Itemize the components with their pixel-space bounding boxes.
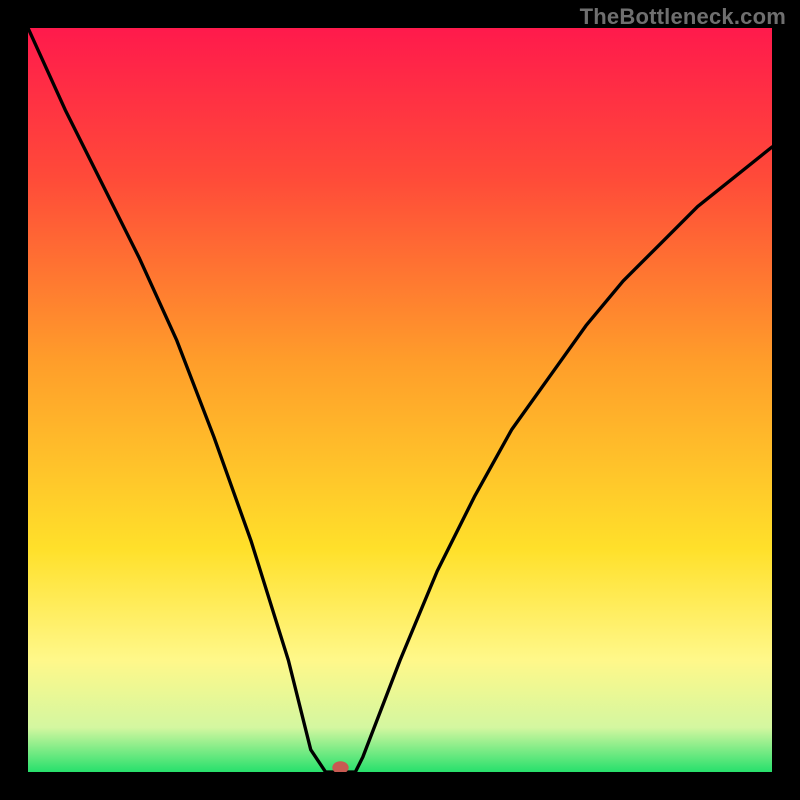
- chart-frame: TheBottleneck.com: [0, 0, 800, 800]
- bottleneck-chart: [28, 28, 772, 772]
- watermark-text: TheBottleneck.com: [580, 4, 786, 30]
